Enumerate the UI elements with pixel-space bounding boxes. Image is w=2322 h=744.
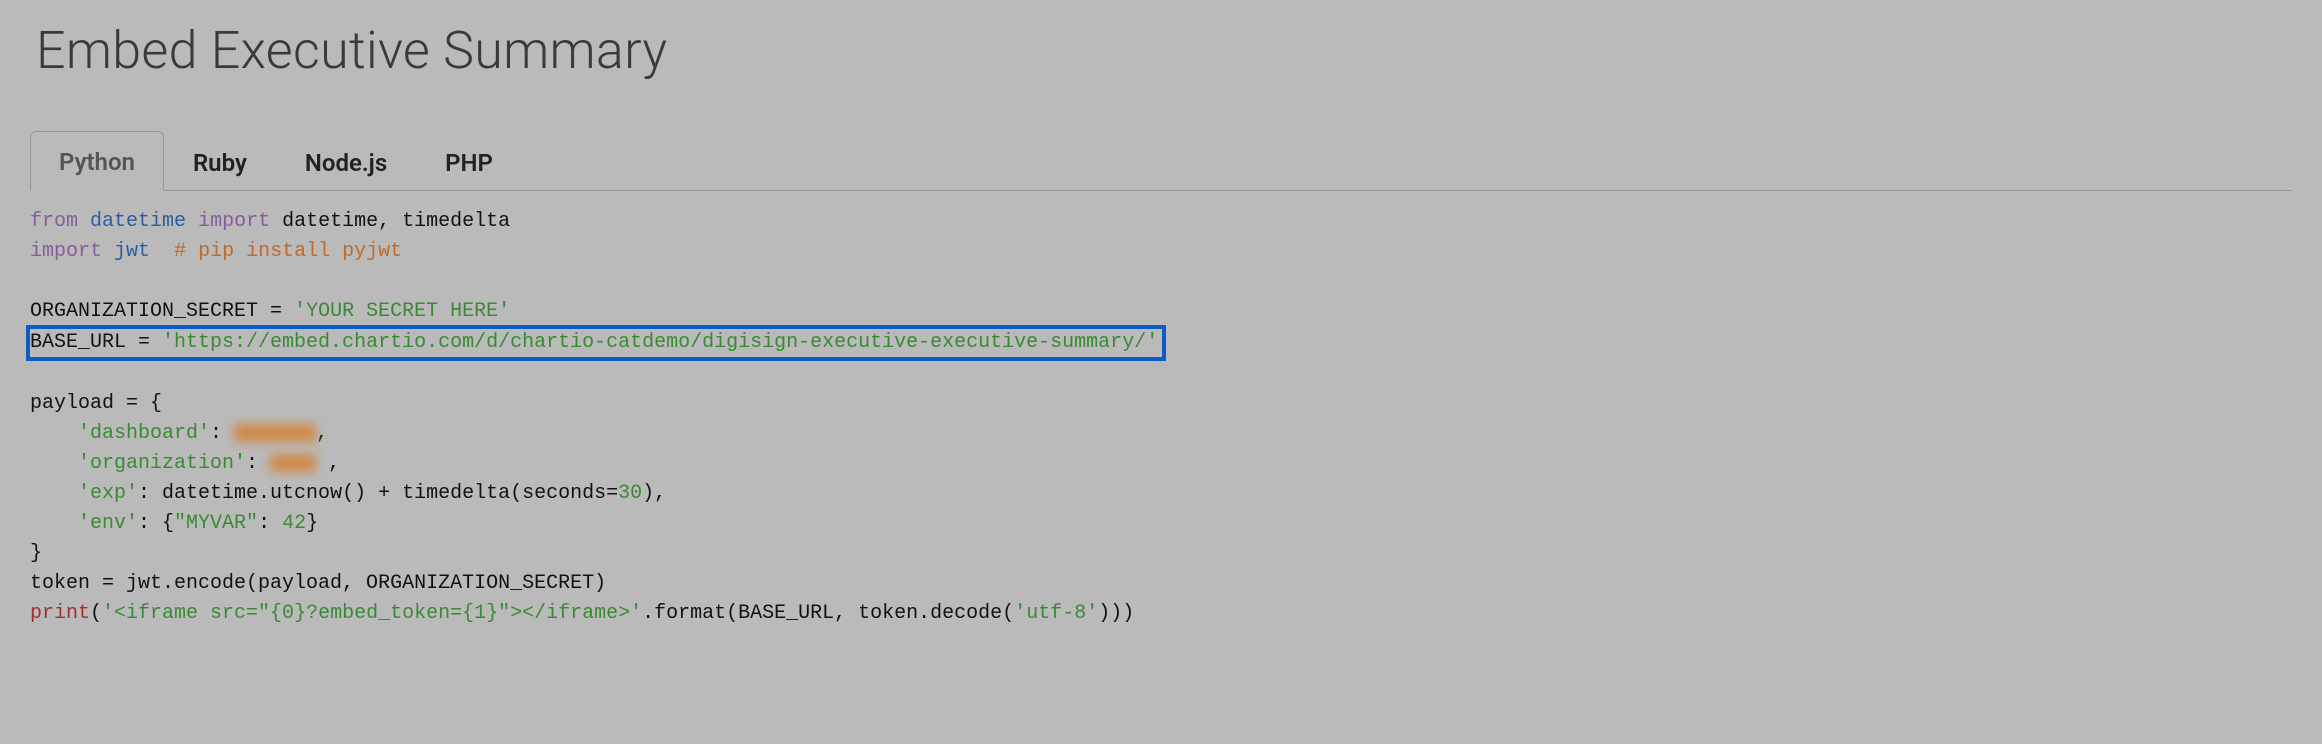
tab-ruby[interactable]: Ruby	[164, 132, 276, 191]
tab-label: Ruby	[193, 149, 247, 177]
indent	[30, 422, 78, 445]
eq2: =	[126, 331, 162, 354]
eq: =	[258, 300, 294, 323]
var-base-url: BASE_URL	[30, 331, 126, 354]
colon: :	[258, 512, 282, 535]
colon: :	[210, 422, 234, 445]
str-secret: 'YOUR SECRET HERE'	[294, 300, 510, 323]
key-exp: 'exp'	[78, 482, 138, 505]
key-dashboard: 'dashboard'	[78, 422, 210, 445]
str-base-url: 'https://embed.chartio.com/d/chartio-cat…	[162, 331, 1158, 354]
brace-close: }	[30, 542, 42, 565]
redacted-dashboard-id	[234, 424, 316, 442]
fn-print: print	[30, 602, 90, 625]
format-call: .format(BASE_URL, token.decode(	[642, 602, 1014, 625]
kw-from: from	[30, 210, 78, 233]
str-utf8: 'utf-8'	[1014, 602, 1098, 625]
comma: ,	[328, 452, 340, 475]
key-organization: 'organization'	[78, 452, 246, 475]
str-iframe: '<iframe src="{0}?embed_token={1}"></ifr…	[102, 602, 642, 625]
highlight-base-url: BASE_URL = 'https://embed.chartio.com/d/…	[26, 325, 1166, 361]
kw-import: import	[198, 210, 270, 233]
tab-php[interactable]: PHP	[416, 132, 522, 191]
colon: :	[246, 452, 270, 475]
mod-jwt: jwt	[114, 240, 150, 263]
import-names: datetime, timedelta	[282, 210, 510, 233]
embed-page: Embed Executive Summary Python Ruby Node…	[0, 20, 2322, 649]
brace-open: = {	[114, 392, 162, 415]
key-myvar: "MYVAR"	[174, 512, 258, 535]
tab-python[interactable]: Python	[30, 131, 164, 191]
token-expr: = jwt.encode(payload, ORGANIZATION_SECRE…	[90, 572, 606, 595]
code-block: from datetime import datetime, timedelta…	[30, 201, 2292, 629]
tab-label: Node.js	[305, 149, 387, 177]
indent	[30, 482, 78, 505]
mod-datetime: datetime	[90, 210, 186, 233]
key-env: 'env'	[78, 512, 138, 535]
indent	[30, 512, 78, 535]
close-all: )))	[1098, 602, 1134, 625]
tab-label: PHP	[445, 149, 493, 177]
num-42: 42	[282, 512, 306, 535]
tab-nodejs[interactable]: Node.js	[276, 132, 416, 191]
page-title: Embed Executive Summary	[36, 20, 2292, 81]
comma: ,	[316, 422, 328, 445]
comment-pip: # pip install pyjwt	[174, 240, 402, 263]
var-payload: payload	[30, 392, 114, 415]
indent	[30, 452, 78, 475]
lang-tabs: Python Ruby Node.js PHP	[30, 131, 2292, 191]
num-30: 30	[618, 482, 642, 505]
redacted-org-id	[270, 454, 316, 472]
kw-import2: import	[30, 240, 102, 263]
brace-close2: }	[306, 512, 318, 535]
tab-label: Python	[59, 148, 135, 176]
var-org-secret: ORGANIZATION_SECRET	[30, 300, 258, 323]
exp-expr: : datetime.utcnow() + timedelta(seconds=	[138, 482, 618, 505]
close-paren: ),	[642, 482, 666, 505]
paren-open: (	[90, 602, 102, 625]
brace-open2: : {	[138, 512, 174, 535]
var-token: token	[30, 572, 90, 595]
